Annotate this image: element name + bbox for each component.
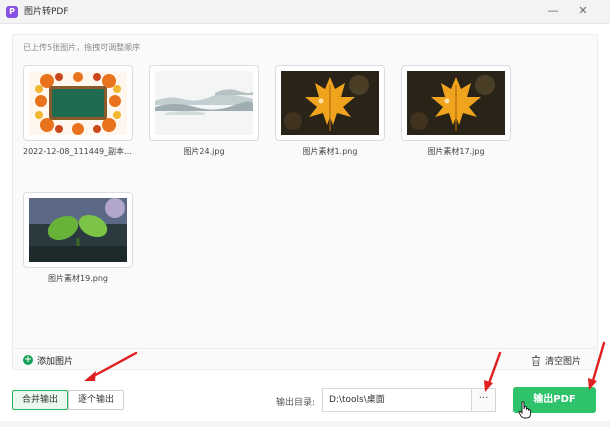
panel-divider bbox=[13, 348, 597, 349]
image-thumbnail[interactable]: 图片素材1.png bbox=[275, 65, 385, 157]
close-button[interactable]: ✕ bbox=[576, 4, 590, 18]
minimize-icon: — bbox=[547, 4, 559, 17]
image-thumbnail[interactable]: 图片24.jpg bbox=[149, 65, 259, 157]
upload-hint: 已上传5张图片，拖拽可调整顺序 bbox=[23, 43, 141, 52]
thumbnail-frame[interactable] bbox=[23, 65, 133, 141]
trash-icon bbox=[531, 355, 540, 366]
hand-cursor-icon bbox=[518, 401, 531, 419]
window-title: 图片转PDF bbox=[24, 7, 69, 17]
thumbnail-frame[interactable] bbox=[401, 65, 511, 141]
taskbar-strip bbox=[0, 421, 610, 427]
thumbnail-frame[interactable] bbox=[23, 192, 133, 268]
title-bar: P 图片转PDF — ✕ bbox=[0, 0, 610, 24]
image-list-panel: 已上传5张图片，拖拽可调整顺序 2022-12-08_111449_副本....… bbox=[12, 34, 598, 370]
thumbnail-filename: 图片素材1.png bbox=[302, 147, 358, 156]
thumbnail-frame[interactable] bbox=[149, 65, 259, 141]
plus-circle-icon: + bbox=[23, 355, 33, 365]
output-dir-field[interactable]: D:\tools\桌面 bbox=[322, 388, 472, 412]
maple-leaf-image bbox=[281, 71, 379, 135]
clear-images-label: 清空图片 bbox=[544, 356, 581, 367]
add-image-button[interactable]: + 添加图片 bbox=[23, 353, 73, 367]
thumbnail-filename: 图片素材17.jpg bbox=[427, 147, 485, 156]
app-logo-icon: P bbox=[6, 6, 18, 18]
thumbnail-filename: 图片24.jpg bbox=[183, 147, 225, 156]
thumbnail-frame[interactable] bbox=[275, 65, 385, 141]
close-icon: ✕ bbox=[578, 4, 588, 17]
autumn-board-image bbox=[29, 71, 127, 135]
output-dir-label: 输出目录: bbox=[276, 398, 316, 408]
misty-mountains-image bbox=[155, 71, 253, 135]
green-plant-image bbox=[29, 198, 127, 262]
more-dots-icon: ··· bbox=[478, 393, 489, 404]
merge-output-button[interactable]: 合并输出 bbox=[12, 390, 68, 410]
thumbnail-filename: 图片素材19.png bbox=[48, 274, 108, 283]
minimize-button[interactable]: — bbox=[546, 4, 560, 18]
image-thumbnail[interactable]: 图片素材19.png bbox=[23, 192, 133, 284]
image-thumbnail[interactable]: 2022-12-08_111449_副本.... bbox=[23, 65, 133, 157]
separate-output-button[interactable]: 逐个输出 bbox=[68, 390, 124, 410]
maple-leaf-image bbox=[407, 71, 505, 135]
image-thumbnail[interactable]: 图片素材17.jpg bbox=[401, 65, 511, 157]
thumbnail-filename: 2022-12-08_111449_副本.... bbox=[23, 147, 133, 156]
clear-images-button[interactable]: 清空图片 bbox=[531, 353, 581, 367]
browse-folder-button[interactable]: ··· bbox=[472, 388, 496, 412]
add-image-label: 添加图片 bbox=[37, 356, 74, 367]
